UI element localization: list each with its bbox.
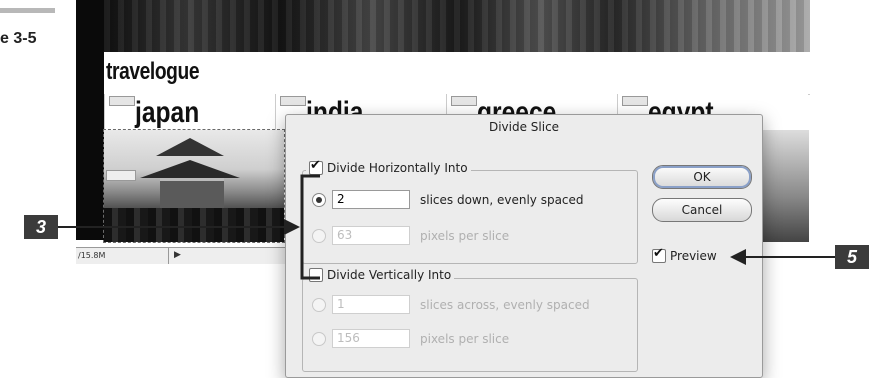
selected-slice[interactable] xyxy=(103,129,285,243)
status-bar: /15.8M ▶ xyxy=(76,247,300,264)
figure-label: e 3-5 xyxy=(0,30,37,47)
preview-label: Preview xyxy=(670,249,717,263)
cancel-button[interactable]: Cancel xyxy=(652,198,752,222)
vertical-slices-label: slices across, evenly spaced xyxy=(420,297,590,312)
horizontal-slices-input[interactable]: 2 xyxy=(332,190,410,209)
vertical-pixels-row: 156 pixels per slice xyxy=(312,329,509,348)
divide-vertically-label: Divide Vertically Into xyxy=(327,268,452,282)
divide-slice-dialog: Divide Slice Divide Horizontally Into 2 … xyxy=(285,114,763,378)
vertical-slices-radio[interactable] xyxy=(312,297,326,312)
vertical-slices-row: 1 slices across, evenly spaced xyxy=(312,295,590,314)
slice-tag xyxy=(106,170,136,181)
nav-cell-japan[interactable]: japan xyxy=(104,94,275,130)
preview-option[interactable]: Preview xyxy=(652,246,717,263)
callout-5: 5 xyxy=(835,245,869,269)
ok-button[interactable]: OK xyxy=(652,165,752,189)
horizontal-pixels-input[interactable]: 63 xyxy=(332,226,410,245)
header-photo xyxy=(104,0,810,52)
horizontal-pixels-radio[interactable] xyxy=(312,228,326,243)
vertical-slices-input[interactable]: 1 xyxy=(332,295,410,314)
divide-horizontally-checkbox[interactable] xyxy=(309,158,323,175)
callout-3: 3 xyxy=(24,215,58,239)
vertical-group xyxy=(302,278,638,372)
nav-cell-label: japan xyxy=(135,96,200,129)
horizontal-pixels-label: pixels per slice xyxy=(420,228,510,243)
divide-vertically-checkbox[interactable] xyxy=(309,268,323,282)
status-separator xyxy=(168,248,169,264)
horizontal-pixels-row: 63 pixels per slice xyxy=(312,226,509,245)
slice-tag xyxy=(280,96,306,106)
vertical-pixels-radio[interactable] xyxy=(312,331,326,346)
vertical-pixels-input[interactable]: 156 xyxy=(332,329,410,348)
dialog-title: Divide Slice xyxy=(488,120,560,134)
status-zoom: /15.8M xyxy=(78,251,106,260)
figure-label-bar xyxy=(0,8,55,13)
horizontal-group xyxy=(302,170,638,264)
divide-vertically-option[interactable]: Divide Vertically Into xyxy=(306,268,455,282)
status-menu-arrow-icon[interactable]: ▶ xyxy=(174,250,181,260)
slice-tag xyxy=(451,96,477,106)
horizontal-slices-label: slices down, evenly spaced xyxy=(420,192,584,207)
divide-horizontally-label: Divide Horizontally Into xyxy=(327,161,468,175)
slice-tag xyxy=(109,96,135,106)
site-title: travelogue xyxy=(106,58,200,85)
horizontal-slices-radio[interactable] xyxy=(312,192,326,207)
slice-tag xyxy=(622,96,648,106)
canvas-left-strip xyxy=(76,0,104,240)
vertical-pixels-label: pixels per slice xyxy=(420,331,510,346)
preview-checkbox[interactable] xyxy=(652,246,666,263)
horizontal-slices-row: 2 slices down, evenly spaced xyxy=(312,190,584,209)
title-row: travelogue xyxy=(104,52,810,95)
divide-horizontally-option[interactable]: Divide Horizontally Into xyxy=(306,158,471,175)
